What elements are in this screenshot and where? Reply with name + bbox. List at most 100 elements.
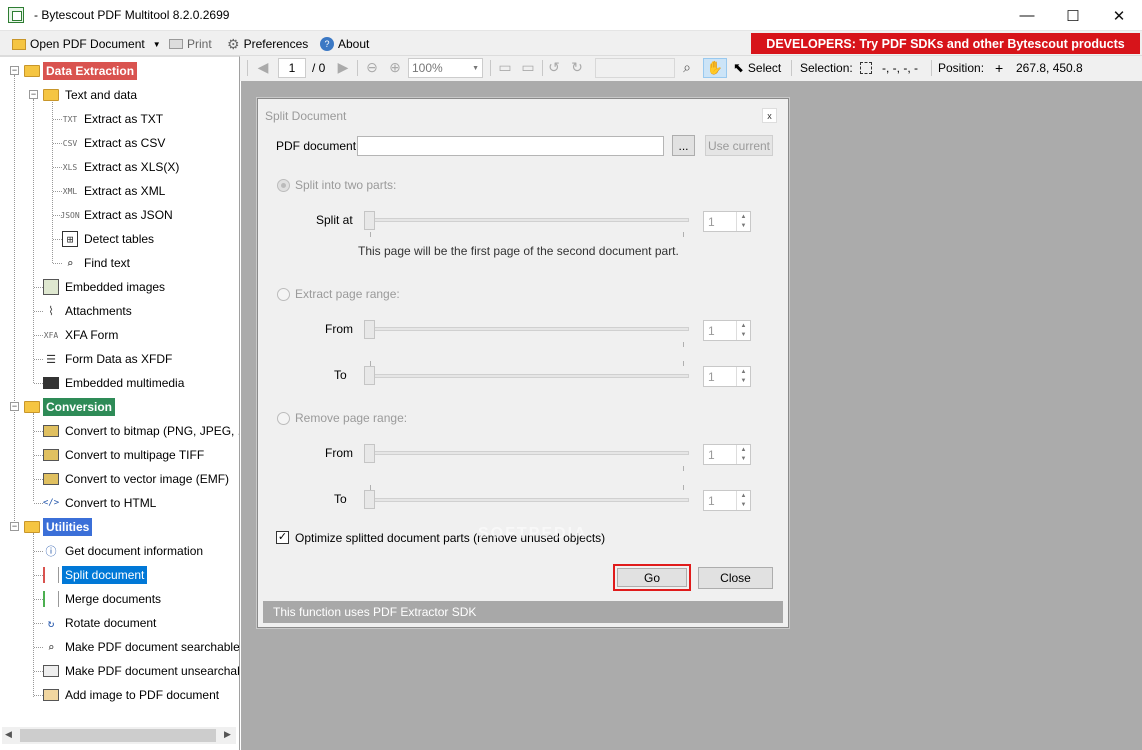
- tree-category-data-extraction[interactable]: Data Extraction: [24, 60, 138, 82]
- tree-item-convert-bitmap[interactable]: Convert to bitmap (PNG, JPEG, ...): [43, 420, 239, 442]
- hand-tool-icon[interactable]: ✋: [703, 58, 727, 78]
- scrollbar-thumb[interactable]: [20, 729, 216, 742]
- collapse-toggle[interactable]: −: [10, 66, 19, 75]
- toolbar-separator: [791, 60, 792, 76]
- page-number-input[interactable]: 1: [278, 58, 306, 78]
- split-two-radio[interactable]: [277, 179, 290, 192]
- printer-icon: [169, 39, 183, 49]
- scroll-left-icon[interactable]: ◀: [5, 729, 12, 740]
- go-button[interactable]: Go: [617, 568, 687, 587]
- chevron-down-icon[interactable]: ▼: [153, 40, 161, 49]
- extract-range-radio[interactable]: [277, 288, 290, 301]
- rotate-right-icon[interactable]: ↻: [568, 58, 586, 76]
- close-window-button[interactable]: ✕: [1096, 0, 1142, 31]
- tree-category-utilities[interactable]: Utilities: [24, 516, 93, 538]
- tree-item-get-info[interactable]: ⓘ Get document information: [43, 540, 206, 562]
- maximize-button[interactable]: ☐: [1050, 0, 1096, 31]
- prev-page-icon[interactable]: ◀: [254, 58, 272, 76]
- remove-to-spinner[interactable]: 1 ▲ ▼: [703, 490, 751, 511]
- tree-item-attachments[interactable]: ⌇ Attachments: [43, 300, 135, 322]
- remove-range-radio[interactable]: [277, 412, 290, 425]
- rotate-left-icon[interactable]: ↺: [545, 58, 563, 76]
- tree-item-rotate-document[interactable]: ↻ Rotate document: [43, 612, 159, 634]
- tree-item-add-image[interactable]: Add image to PDF document: [43, 684, 222, 706]
- zoom-select[interactable]: 100% ▼: [408, 58, 483, 78]
- merge-icon: [43, 591, 59, 607]
- extract-to-slider[interactable]: [364, 374, 689, 378]
- tree-item-extract-txt[interactable]: TXT Extract as TXT: [62, 108, 166, 130]
- item-label: Embedded multimedia: [65, 376, 185, 390]
- about-button[interactable]: ? About: [320, 35, 369, 53]
- tree-item-make-searchable[interactable]: ⌕ Make PDF document searchable: [43, 636, 239, 658]
- window-title: - Bytescout PDF Multitool 8.2.0.2699: [34, 8, 230, 22]
- extract-to-spinner[interactable]: 1 ▲ ▼: [703, 366, 751, 387]
- search-input[interactable]: [595, 58, 675, 78]
- split-at-spinner[interactable]: 1 ▲ ▼: [703, 211, 751, 232]
- tree-item-detect-tables[interactable]: ⊞ Detect tables: [62, 228, 157, 250]
- tree-item-convert-html[interactable]: </> Convert to HTML: [43, 492, 159, 514]
- watermark-text: SOFTPEDIA: [478, 525, 588, 542]
- spinner-arrows[interactable]: ▲ ▼: [736, 445, 750, 464]
- close-button[interactable]: Close: [698, 567, 773, 589]
- split-at-slider[interactable]: [364, 218, 689, 222]
- extract-from-slider[interactable]: [364, 327, 689, 331]
- binoculars-icon[interactable]: ⌕: [678, 58, 696, 76]
- remove-from-spinner[interactable]: 1 ▲ ▼: [703, 444, 751, 465]
- collapse-toggle[interactable]: −: [10, 522, 19, 531]
- spinner-arrows[interactable]: ▲ ▼: [736, 321, 750, 340]
- remove-from-slider-thumb[interactable]: [364, 444, 375, 463]
- tree-item-xfa-form[interactable]: XFA XFA Form: [43, 324, 121, 346]
- dialog-close-icon[interactable]: x: [762, 108, 777, 123]
- page-fit-icon[interactable]: ▭: [519, 58, 537, 76]
- extract-from-slider-thumb[interactable]: [364, 320, 375, 339]
- tree-item-embedded-images[interactable]: Embedded images: [43, 276, 168, 298]
- spinner-arrows[interactable]: ▲ ▼: [736, 367, 750, 386]
- optimize-checkbox[interactable]: ✓: [276, 531, 289, 544]
- tree-item-make-unsearchable[interactable]: Make PDF document unsearchable: [43, 660, 239, 682]
- print-button[interactable]: Print: [169, 35, 212, 53]
- tree-item-extract-xml[interactable]: XML Extract as XML: [62, 180, 168, 202]
- open-pdf-button[interactable]: Open PDF Document ▼: [12, 35, 161, 53]
- developers-banner-link[interactable]: DEVELOPERS: Try PDF SDKs and other Bytes…: [751, 33, 1140, 54]
- position-value: 267.8, 450.8: [1016, 61, 1083, 75]
- extract-to-slider-thumb[interactable]: [364, 366, 375, 385]
- collapse-toggle[interactable]: −: [29, 90, 38, 99]
- spinner-arrows[interactable]: ▲ ▼: [736, 491, 750, 510]
- tree-item-extract-json[interactable]: JSON Extract as JSON: [60, 204, 176, 226]
- xml-file-icon: XML: [62, 186, 78, 196]
- spinner-arrows[interactable]: ▲ ▼: [736, 212, 750, 231]
- extract-from-spinner[interactable]: 1 ▲ ▼: [703, 320, 751, 341]
- preferences-button[interactable]: ⚙ Preferences: [227, 35, 308, 53]
- tree-item-extract-csv[interactable]: CSV Extract as CSV: [62, 132, 168, 154]
- tree-item-convert-tiff[interactable]: Convert to multipage TIFF: [43, 444, 207, 466]
- item-label: Convert to HTML: [65, 496, 157, 510]
- tree-item-extract-xls[interactable]: XLS Extract as XLS(X): [62, 156, 182, 178]
- page-icon[interactable]: ▭: [496, 58, 514, 76]
- tree-item-text-and-data[interactable]: Text and data: [43, 84, 140, 106]
- scroll-right-icon[interactable]: ▶: [224, 729, 231, 740]
- remove-to-slider[interactable]: [364, 498, 689, 502]
- horizontal-scrollbar[interactable]: ◀ ▶: [2, 727, 236, 744]
- pdf-document-input[interactable]: [357, 136, 664, 156]
- collapse-toggle[interactable]: −: [10, 402, 19, 411]
- browse-button[interactable]: ...: [672, 135, 695, 156]
- info-icon: ?: [320, 37, 334, 51]
- remove-to-slider-thumb[interactable]: [364, 490, 375, 509]
- tree-item-merge-documents[interactable]: Merge documents: [43, 588, 164, 610]
- extract-to-value: 1: [708, 370, 715, 384]
- split-at-slider-thumb[interactable]: [364, 211, 375, 230]
- tree-item-split-document[interactable]: Split document: [43, 564, 148, 586]
- zoom-out-icon[interactable]: ⊖: [363, 58, 381, 76]
- tree-item-form-data-xfdf[interactable]: ☰ Form Data as XFDF: [43, 348, 175, 370]
- use-current-button[interactable]: Use current: [705, 135, 773, 156]
- tree-category-conversion[interactable]: Conversion: [24, 396, 116, 418]
- minimize-button[interactable]: —: [1004, 0, 1050, 31]
- select-tool-button[interactable]: ⬉ Select: [733, 58, 781, 78]
- tree-item-find-text[interactable]: ⌕ Find text: [62, 252, 133, 274]
- remove-from-slider[interactable]: [364, 451, 689, 455]
- json-file-icon: JSON: [60, 210, 80, 220]
- tree-item-convert-emf[interactable]: Convert to vector image (EMF): [43, 468, 232, 490]
- next-page-icon[interactable]: ▶: [334, 58, 352, 76]
- zoom-in-icon[interactable]: ⊕: [386, 58, 404, 76]
- tree-item-embedded-multimedia[interactable]: Embedded multimedia: [43, 372, 187, 394]
